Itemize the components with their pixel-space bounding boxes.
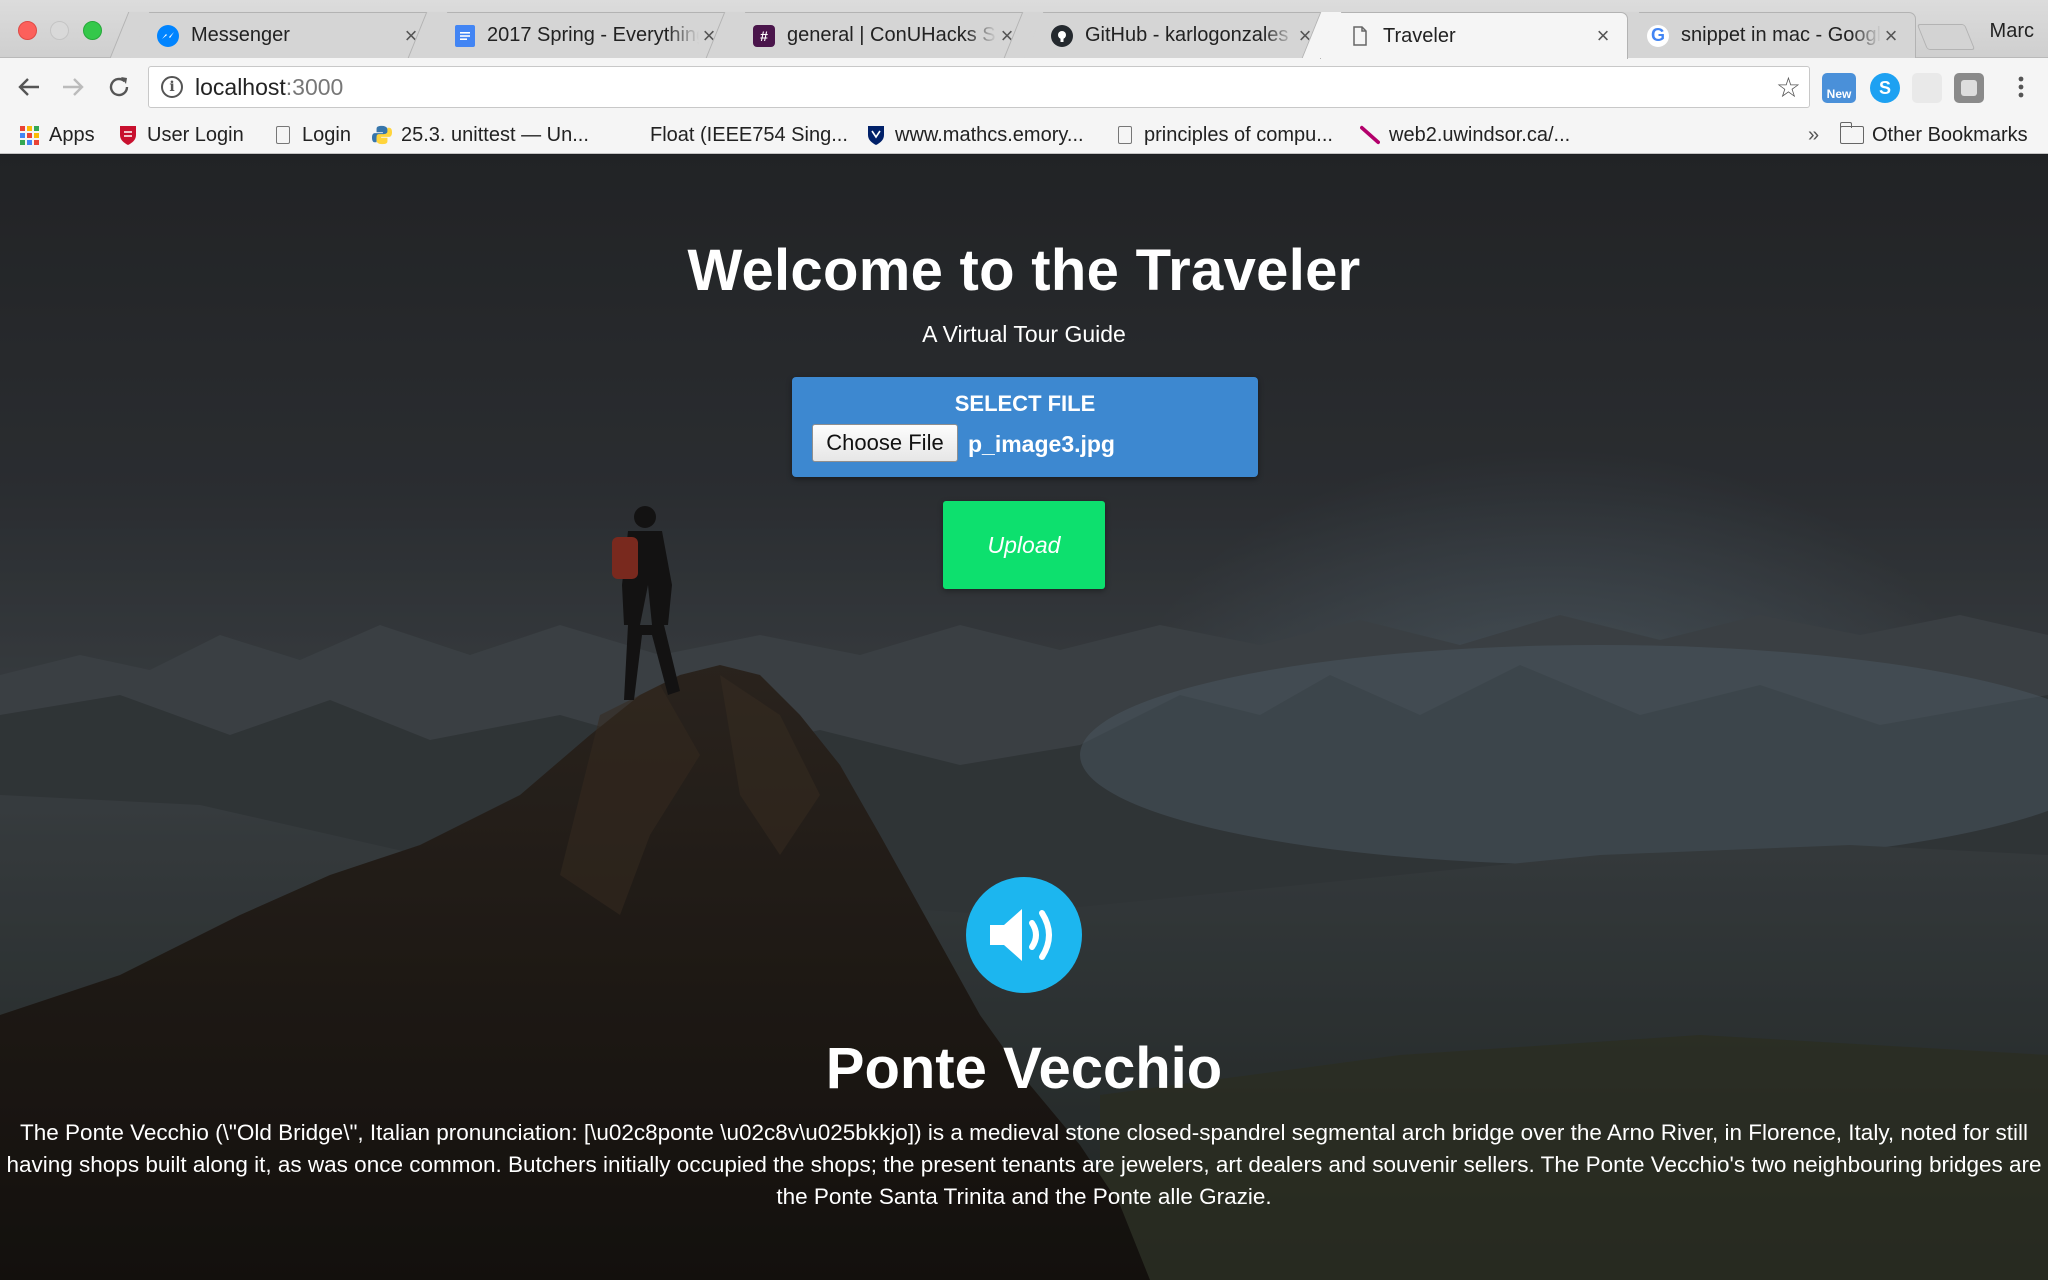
bookmark-user-login[interactable]: User Login — [118, 120, 244, 150]
bookmark-apps[interactable]: Apps — [20, 120, 95, 150]
reload-icon — [109, 77, 129, 97]
forward-button[interactable] — [54, 68, 92, 106]
tab-slack[interactable]: # general | ConUHacks Slack × — [724, 12, 1032, 58]
tab-google-docs[interactable]: 2017 Spring - Everything × — [426, 12, 734, 58]
bookmark-label: Other Bookmarks — [1872, 123, 2028, 146]
window-close-button[interactable] — [18, 21, 37, 40]
bookmark-label: www.mathcs.emory... — [895, 123, 1084, 146]
github-icon — [1051, 24, 1073, 47]
bookmark-label: User Login — [147, 123, 244, 146]
extension-grey-icon[interactable] — [1912, 73, 1942, 103]
tab-traveler[interactable]: Traveler × — [1320, 12, 1628, 59]
select-file-panel: SELECT FILE Choose File p_image3.jpg — [792, 377, 1258, 477]
slack-hash-icon: # — [753, 24, 775, 47]
back-button[interactable] — [10, 68, 48, 106]
bookmark-label: 25.3. unittest — Un... — [401, 123, 589, 146]
bookmark-label: web2.uwindsor.ca/... — [1389, 123, 1571, 146]
bookmark-label: Float (IEEE754 Sing... — [650, 123, 848, 146]
new-tab-button[interactable] — [1916, 24, 1976, 50]
choose-file-button[interactable]: Choose File — [812, 424, 958, 462]
browser-toolbar: i localhost:3000 ☆ New S — [0, 58, 2048, 116]
extension-square-icon[interactable] — [1954, 73, 1984, 103]
tab-title: Messenger — [191, 24, 290, 46]
landmark-description: The Ponte Vecchio (\"Old Bridge\", Itali… — [6, 1120, 2042, 1209]
tab-title: general | ConUHacks Slack — [787, 24, 997, 46]
window-zoom-button[interactable] — [83, 21, 102, 40]
tab-github[interactable]: GitHub - karlogonzales × — [1022, 12, 1330, 58]
bookmark-star-icon[interactable]: ☆ — [1776, 71, 1801, 104]
window-minimize-button[interactable] — [50, 21, 69, 40]
bookmarks-overflow-button[interactable]: » — [1808, 120, 1819, 150]
select-file-label: SELECT FILE — [954, 391, 1096, 416]
site-info-icon[interactable]: i — [161, 76, 183, 98]
landmark-name: Ponte Vecchio — [825, 1036, 1223, 1101]
profile-name[interactable]: Marc — [1990, 20, 2034, 43]
tab-close-icon[interactable]: × — [1593, 23, 1613, 49]
extension-new-icon[interactable]: New — [1822, 73, 1856, 103]
messenger-icon — [157, 24, 179, 47]
bookmark-uwindsor[interactable]: web2.uwindsor.ca/... — [1360, 120, 1570, 150]
arrow-right-icon — [63, 78, 84, 96]
tab-messenger[interactable]: Messenger × — [128, 12, 436, 58]
document-icon — [1118, 126, 1132, 144]
bookmarks-bar: Apps User Login Login 25.3. unittest — U… — [0, 116, 2048, 154]
reload-button[interactable] — [100, 68, 138, 106]
tab-title: GitHub - karlogonzales — [1085, 24, 1289, 46]
bookmark-float-ieee754[interactable]: Float (IEEE754 Sing... — [650, 120, 848, 150]
bookmark-unittest[interactable]: 25.3. unittest — Un... — [372, 120, 589, 150]
tab-title: snippet in mac - Google — [1681, 24, 1881, 46]
tab-title: 2017 Spring - Everything — [487, 24, 699, 46]
tab-google-search[interactable]: G snippet in mac - Google × — [1618, 12, 1916, 58]
speaker-volume-icon — [990, 909, 1052, 961]
google-docs-icon — [455, 24, 475, 47]
feather-icon — [1360, 125, 1380, 145]
traveler-app: Welcome to the Traveler A Virtual Tour G… — [0, 155, 2048, 1280]
google-icon: G — [1647, 24, 1669, 47]
browser-menu-button[interactable] — [2002, 68, 2040, 106]
play-audio-button[interactable] — [966, 877, 1082, 993]
selected-file-name: p_image3.jpg — [968, 431, 1115, 457]
bookmark-mathcs-emory[interactable]: www.mathcs.emory... — [866, 120, 1084, 150]
bookmark-label: Apps — [49, 123, 95, 146]
bookmark-label: Login — [302, 123, 351, 146]
apps-grid-icon — [20, 125, 39, 145]
folder-icon — [1840, 122, 1864, 144]
document-icon — [1349, 25, 1371, 47]
bookmark-label: principles of compu... — [1144, 123, 1333, 146]
page-viewport[interactable]: Welcome to the Traveler A Virtual Tour G… — [0, 155, 2048, 1280]
page-subtitle: A Virtual Tour Guide — [922, 321, 1126, 347]
tab-title: Traveler — [1383, 24, 1456, 47]
browser-tab-strip: Messenger × 2017 Spring - Everything × #… — [0, 0, 2048, 59]
shield-crest-icon — [118, 125, 138, 145]
document-icon — [276, 126, 290, 144]
upload-button[interactable]: Upload — [943, 501, 1105, 589]
bookmark-login[interactable]: Login — [276, 120, 351, 150]
kebab-menu-icon — [2018, 76, 2024, 98]
bookmark-principles[interactable]: principles of compu... — [1118, 120, 1333, 150]
tab-close-icon[interactable]: × — [1881, 23, 1901, 49]
page-title: Welcome to the Traveler — [687, 238, 1361, 303]
bookmark-other-bookmarks[interactable]: Other Bookmarks — [1840, 120, 2028, 150]
python-icon — [372, 125, 392, 145]
skype-s-icon[interactable]: S — [1870, 73, 1900, 103]
arrow-left-icon — [18, 78, 39, 96]
emory-shield-icon — [866, 125, 886, 145]
address-bar[interactable]: i localhost:3000 ☆ — [148, 66, 1810, 108]
url-text[interactable]: localhost:3000 — [195, 74, 1776, 101]
